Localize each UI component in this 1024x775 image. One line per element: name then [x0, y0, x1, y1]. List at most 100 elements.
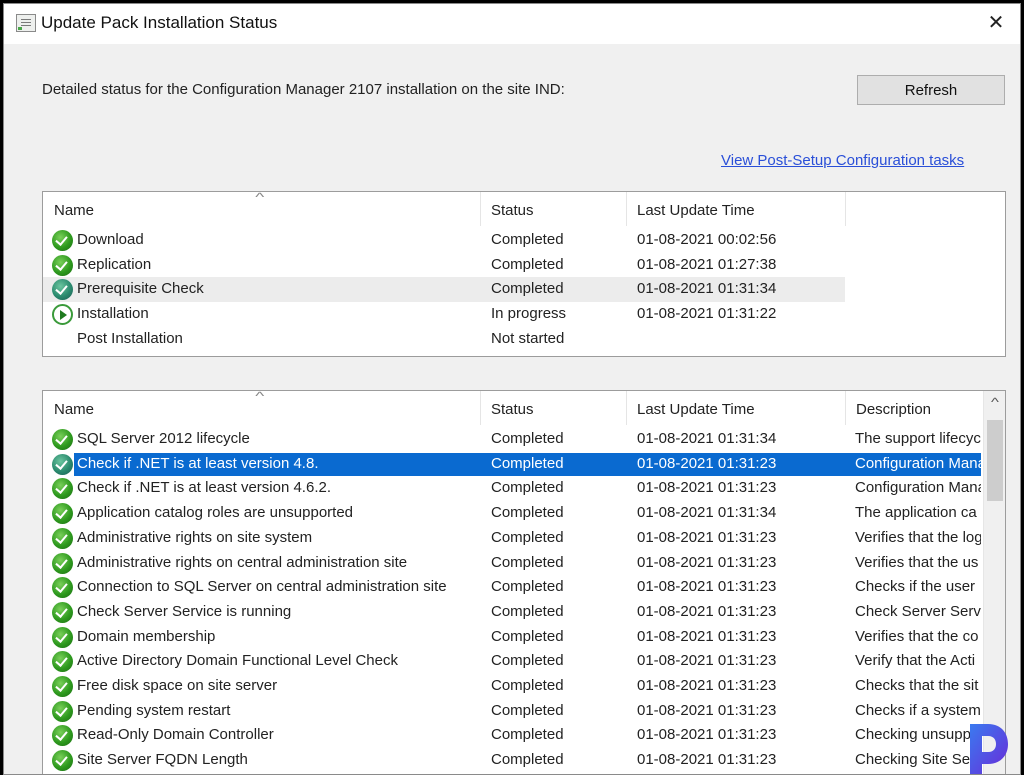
prerequisite-details-list-view[interactable]: ^ Name Status Last Update Time Descripti…	[42, 390, 1006, 774]
prerequisite-row[interactable]: Read-Only Domain Controller Completed 01-0…	[43, 723, 1005, 748]
prerequisite-row[interactable]: Active Directory Domain Functional Level…	[43, 649, 1005, 674]
prerequisite-row[interactable]: Administrative rights on central adminis…	[43, 551, 1005, 576]
prerequisite-status: Completed	[491, 504, 564, 522]
prerequisite-row[interactable]: Pending system restart Completed 01-08-202…	[43, 699, 1005, 724]
prerequisite-description: Verifies that the co	[855, 627, 979, 645]
phase-name: Download	[77, 231, 144, 248]
phase-last-update: 01-08-2021 01:31:34	[637, 280, 777, 298]
phase-last-update: 01-08-2021 00:02:56	[637, 231, 777, 248]
prerequisite-row[interactable]: Check if .NET is at least version 4.6.2.…	[43, 476, 1005, 501]
prerequisite-last-update: 01-08-2021 01:31:23	[637, 602, 777, 620]
prerequisite-name: Check if .NET is at least version 4.6.2.	[77, 479, 331, 497]
prerequisite-name: Administrative rights on site system	[77, 528, 313, 546]
prerequisite-status: Completed	[491, 627, 564, 645]
prerequisite-row[interactable]: Free disk space on site server Completed 0…	[43, 674, 1005, 699]
prerequisite-last-update: 01-08-2021 01:31:23	[637, 627, 777, 645]
prerequisite-description: Checking unsuppo	[855, 726, 980, 744]
phase-name: Replication	[77, 255, 152, 273]
prerequisite-description: Configuration Mana	[855, 479, 981, 497]
prerequisite-row[interactable]: Administrative rights on site system Comp…	[43, 526, 1005, 551]
prerequisite-last-update: 01-08-2021 01:31:23	[637, 528, 777, 546]
phase-status: Completed	[491, 231, 564, 248]
prerequisite-description: Verifies that the log	[855, 528, 981, 546]
phase-last-update: 01-08-2021 01:31:22	[637, 305, 777, 323]
scroll-up-arrow-icon[interactable]: ^	[980, 395, 1005, 415]
prerequisite-name: Pending system restart	[77, 701, 231, 719]
phase-row[interactable]: Post Installation Not started	[43, 327, 1005, 352]
column-divider[interactable]	[845, 192, 846, 226]
prerequisite-last-update: 01-08-2021 01:31:23	[637, 677, 777, 694]
prerequisite-row[interactable]: Application catalog roles are unsupporte…	[43, 501, 1005, 526]
refresh-button[interactable]: Refresh	[857, 75, 1005, 105]
phase-row[interactable]: Replication Completed 01-08-2021 01:27:38	[43, 253, 1005, 278]
prerequisite-status: Completed	[491, 652, 564, 670]
phases-column-name[interactable]: Name	[43, 192, 480, 228]
prerequisite-last-update: 01-08-2021 01:31:34	[637, 430, 777, 447]
prerequisite-last-update: 01-08-2021 01:31:23	[637, 454, 777, 472]
prerequisite-name: Site Server FQDN Length	[77, 751, 248, 769]
prerequisite-name: Read-Only Domain Controller	[77, 726, 274, 744]
completed-check-icon	[52, 651, 73, 673]
details-column-name[interactable]: Name	[43, 391, 480, 427]
phase-row[interactable]: Download Completed 01-08-2021 00:02:56	[43, 228, 1005, 253]
completed-check-icon	[52, 527, 73, 549]
post-setup-tasks-link[interactable]: View Post-Setup Configuration tasks	[721, 152, 964, 169]
prerequisite-description: Configuration Mana	[855, 454, 981, 472]
prerequisite-row[interactable]: Domain membership Completed 01-08-2021 01:…	[43, 625, 1005, 650]
status-description: Detailed status for the Configuration Ma…	[42, 81, 565, 98]
prerequisite-name: Connection to SQL Server on central admi…	[77, 578, 447, 596]
prerequisite-row[interactable]: SQL Server 2012 lifecycle Completed 01-08-…	[43, 427, 1005, 452]
completed-check-icon	[52, 750, 73, 772]
prerequisite-row[interactable]: Site Server FQDN Length Completed 01-08-20…	[43, 748, 1005, 773]
scrollbar-thumb[interactable]	[987, 420, 1003, 501]
prerequisite-last-update: 01-08-2021 01:31:23	[637, 479, 777, 497]
phase-status: Not started	[491, 329, 565, 347]
prerequisite-last-update: 01-08-2021 01:31:23	[637, 652, 777, 670]
completed-check-icon	[52, 478, 73, 500]
phase-status: In progress	[491, 305, 567, 323]
details-column-status[interactable]: Status	[480, 391, 626, 427]
prerequisite-row[interactable]: Connection to SQL Server on central admi…	[43, 575, 1005, 600]
prerequisite-status: Completed	[491, 602, 564, 620]
window-title: Update Pack Installation Status	[41, 13, 278, 32]
prerequisite-name: SQL Server 2012 lifecycle	[77, 430, 250, 447]
details-column-last-update[interactable]: Last Update Time	[626, 391, 845, 427]
prerequisite-last-update: 01-08-2021 01:31:23	[637, 553, 777, 571]
completed-check-icon	[52, 552, 73, 574]
prerequisite-status: Completed	[491, 751, 564, 769]
window-app-icon	[16, 14, 36, 32]
prerequisite-description: Checks if the user	[855, 578, 976, 596]
phase-row[interactable]: Prerequisite Check Completed 01-08-2021 01…	[43, 277, 1005, 303]
phases-column-last-update[interactable]: Last Update Time	[626, 192, 845, 228]
prerequisite-status: Completed	[491, 454, 564, 472]
title-bar: Update Pack Installation Status ✕	[4, 4, 1020, 44]
phases-column-status[interactable]: Status	[480, 192, 626, 228]
prerequisite-status: Completed	[491, 578, 564, 596]
prerequisite-name: Free disk space on site server	[77, 677, 278, 694]
prerequisite-name: Active Directory Domain Functional Level…	[77, 652, 398, 670]
completed-check-icon	[52, 230, 73, 251]
prerequisite-last-update: 01-08-2021 01:31:23	[637, 751, 777, 769]
phases-list-view[interactable]: ^ Name Status Last Update Time Download C…	[42, 191, 1006, 357]
phase-row[interactable]: Installation In progress 01-08-2021 01:31:…	[43, 302, 1005, 327]
phase-name: Prerequisite Check	[77, 280, 204, 298]
vertical-scrollbar[interactable]: ^	[980, 391, 1005, 774]
prerequisite-row[interactable]: Check if .NET is at least version 4.8. Co…	[43, 452, 1005, 477]
prerequisite-row[interactable]: Check Server Service is running Completed…	[43, 600, 1005, 625]
prerequisite-description: Verify that the Acti	[855, 652, 976, 670]
prerequisite-status: Completed	[491, 726, 564, 744]
in-progress-play-icon	[52, 304, 73, 326]
prerequisite-last-update: 01-08-2021 01:31:23	[637, 578, 777, 596]
phases-list-header: ^ Name Status Last Update Time	[43, 192, 1005, 228]
details-column-description[interactable]: Description	[845, 391, 983, 427]
completed-check-icon	[52, 601, 73, 623]
completed-check-icon	[52, 676, 73, 697]
close-button[interactable]: ✕	[984, 11, 1008, 35]
prerequisite-status: Completed	[491, 479, 564, 497]
details-list-header: ^ Name Status Last Update Time Descripti…	[43, 391, 1005, 427]
completed-check-icon	[52, 626, 73, 648]
prerequisite-name: Check Server Service is running	[77, 602, 292, 620]
completed-check-icon	[52, 453, 73, 475]
prerequisite-status: Completed	[491, 553, 564, 571]
completed-check-icon	[52, 700, 73, 722]
